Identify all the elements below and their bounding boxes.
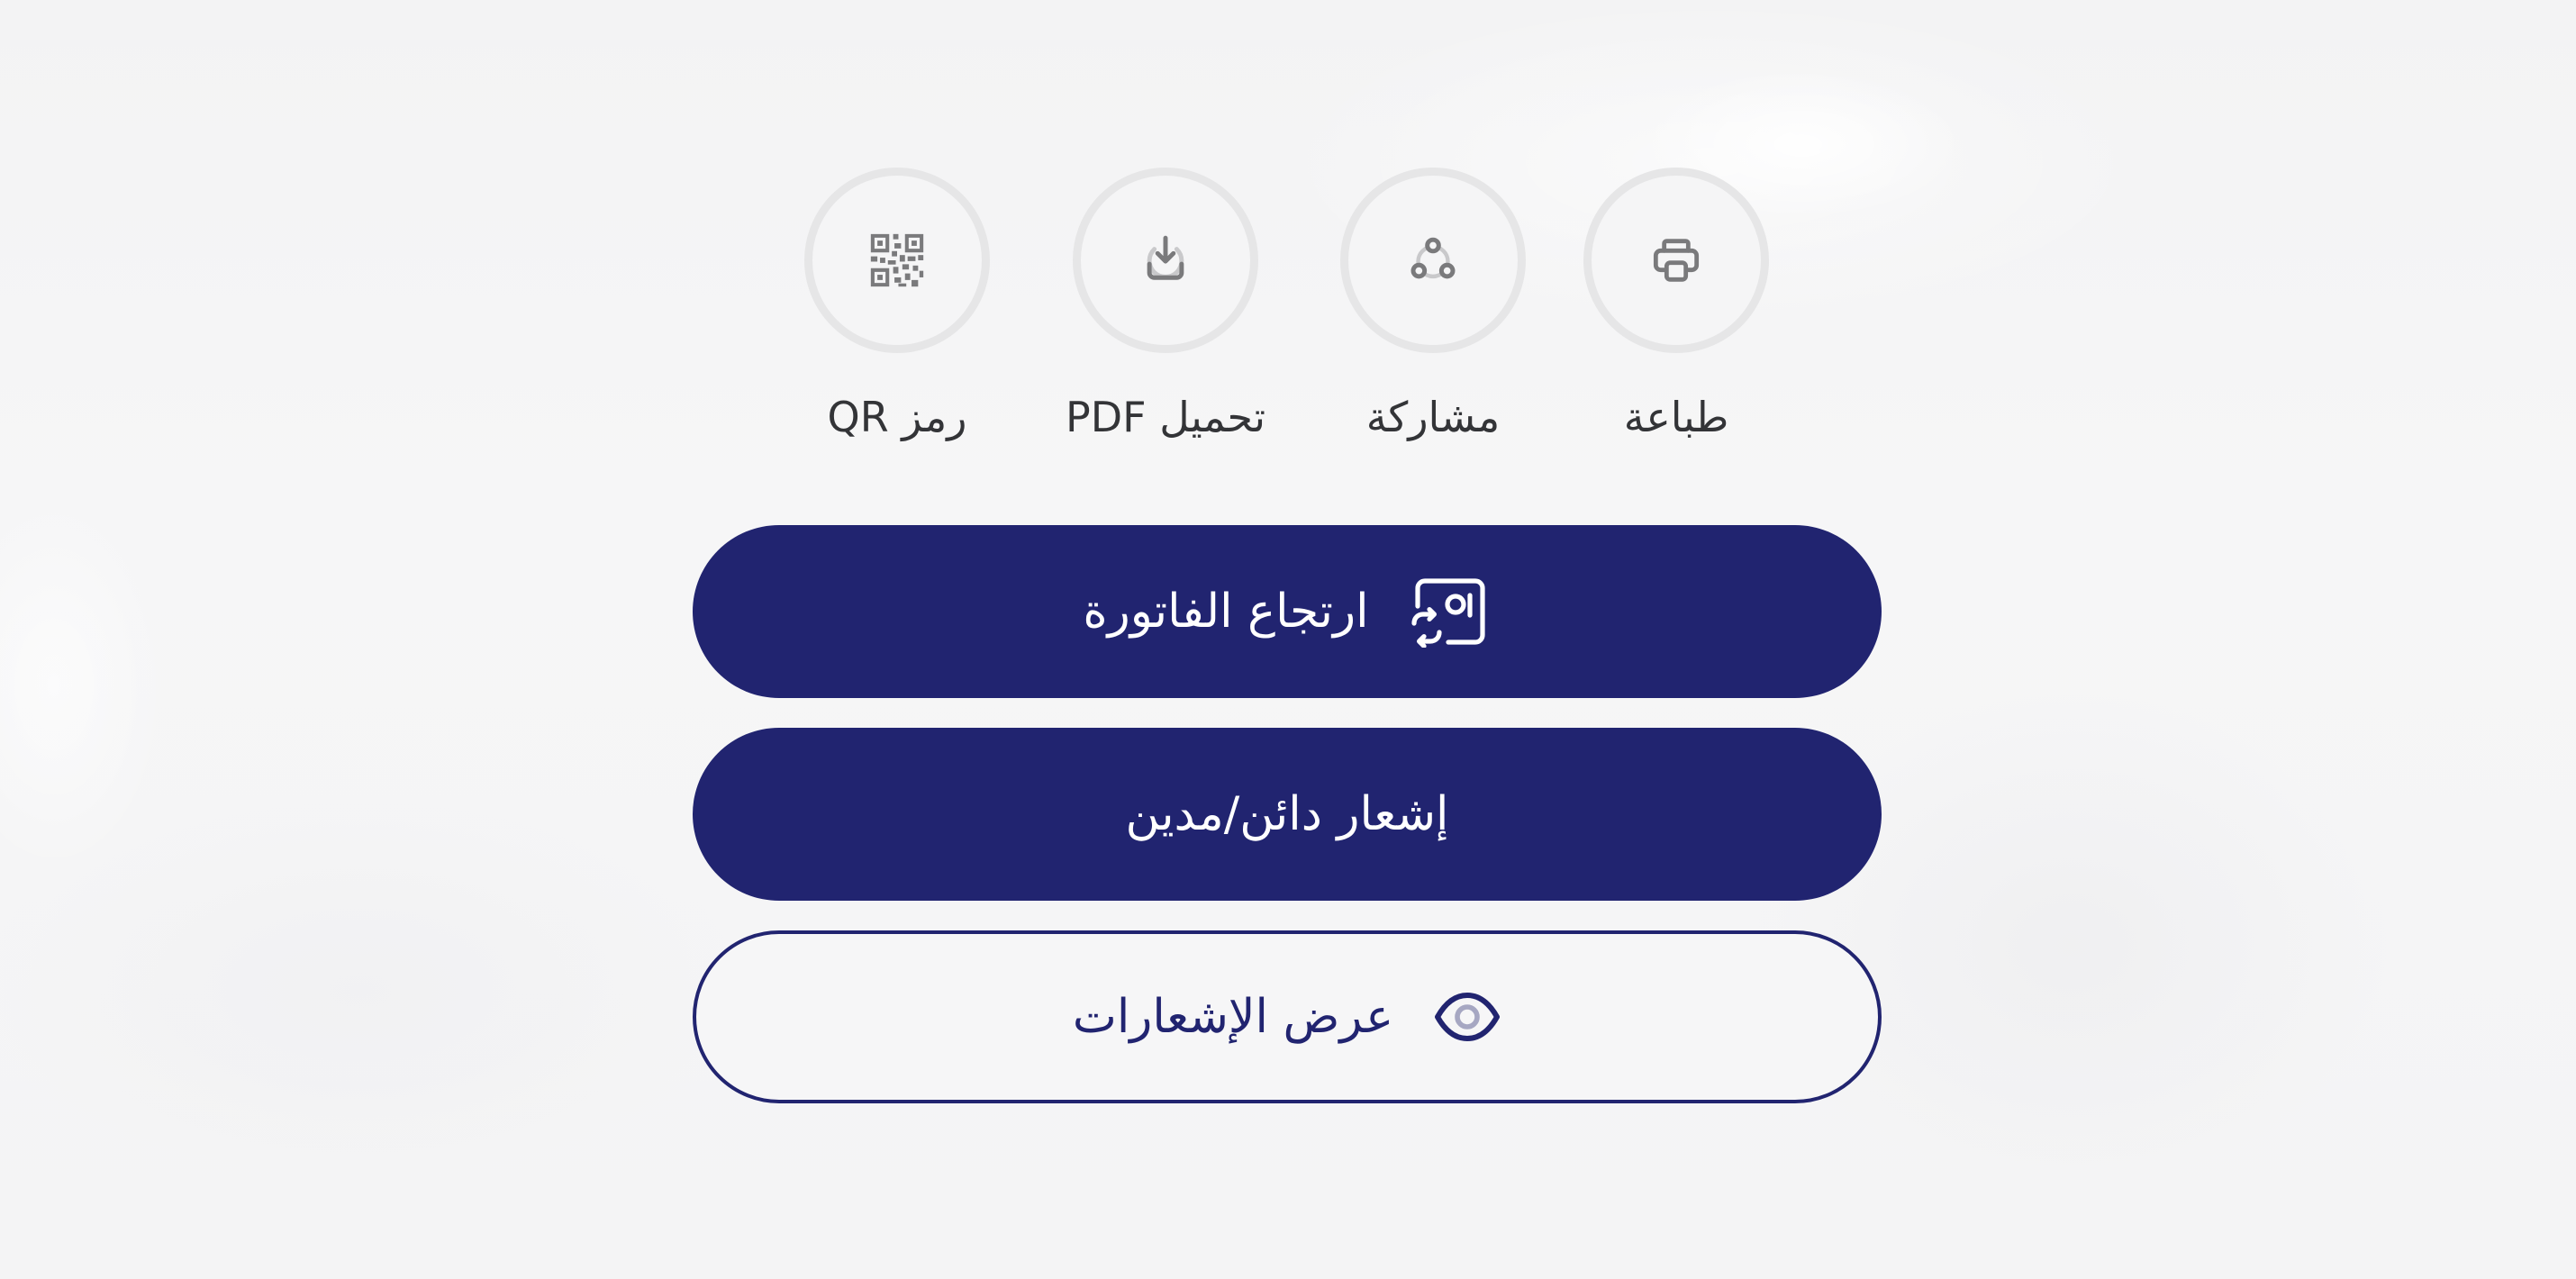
qr-code-button[interactable]	[804, 168, 990, 353]
credit-debit-note-button[interactable]: إشعار دائن/مدين	[693, 728, 1882, 901]
view-notes-label: عرض الإشعارات	[1072, 990, 1394, 1044]
return-invoice-button[interactable]: ارتجاع الفاتورة	[693, 525, 1882, 698]
invoice-return-icon	[1409, 576, 1492, 648]
eye-icon	[1433, 988, 1501, 1046]
quick-actions-row: طباعة مشاركة تحميل PDF رمز QR	[0, 168, 2576, 456]
download-pdf-button[interactable]	[1073, 168, 1258, 353]
download-pdf-label: تحميل PDF	[1065, 393, 1266, 441]
printer-icon	[1647, 231, 1705, 289]
print-label: طباعة	[1623, 393, 1729, 441]
share-label: مشاركة	[1365, 393, 1501, 441]
credit-debit-note-label: إشعار دائن/مدين	[1125, 787, 1449, 841]
qr-code-label: رمز QR	[827, 393, 967, 441]
return-invoice-label: ارتجاع الفاتورة	[1083, 585, 1369, 639]
download-pdf-action[interactable]: تحميل PDF	[1057, 168, 1274, 441]
download-icon	[1136, 231, 1195, 290]
print-button[interactable]	[1583, 168, 1769, 353]
qr-code-action[interactable]: رمز QR	[789, 168, 1005, 441]
share-action[interactable]: مشاركة	[1325, 168, 1541, 441]
view-notes-button[interactable]: عرض الإشعارات	[693, 930, 1882, 1103]
qr-code-icon	[866, 229, 929, 292]
share-button[interactable]	[1340, 168, 1526, 353]
print-action[interactable]: طباعة	[1568, 168, 1784, 441]
share-icon	[1403, 231, 1463, 290]
